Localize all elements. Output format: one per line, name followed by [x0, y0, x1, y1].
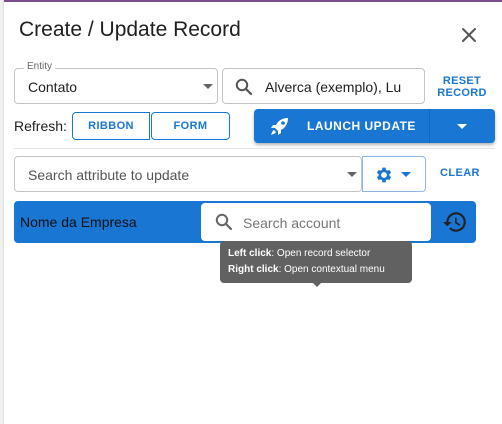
reset-record-label-line1: RESET	[442, 75, 482, 87]
refresh-ribbon-button[interactable]: RIBBON	[72, 112, 150, 140]
close-button[interactable]	[458, 24, 480, 46]
search-icon	[215, 213, 233, 231]
chevron-down-icon	[347, 172, 357, 177]
tooltip-arrow	[313, 283, 321, 287]
window-left-border	[0, 0, 4, 424]
tooltip-line-left: Left click: Open record selector	[228, 246, 404, 262]
gear-icon	[376, 167, 392, 183]
attribute-search-placeholder: Search attribute to update	[28, 167, 190, 183]
tooltip: Left click: Open record selector Right c…	[220, 241, 412, 283]
refresh-label: Refresh:	[14, 118, 67, 134]
entity-select[interactable]: Contato	[14, 68, 218, 104]
record-search-value: Alverca (exemplo), Lu	[265, 79, 402, 95]
search-icon	[235, 78, 253, 96]
history-icon[interactable]	[442, 209, 468, 235]
account-search-input[interactable]: Search account	[201, 203, 431, 241]
launch-update-label: LAUNCH UPDATE	[307, 119, 416, 133]
chevron-down-icon	[203, 84, 213, 89]
dialog-title: Create / Update Record	[19, 18, 241, 41]
clear-button[interactable]: CLEAR	[440, 167, 480, 179]
divider	[14, 148, 495, 149]
refresh-form-button[interactable]: FORM	[151, 112, 230, 140]
record-search-input[interactable]: Alverca (exemplo), Lu	[222, 68, 425, 104]
launch-options-button[interactable]	[430, 109, 495, 143]
window-top-border	[0, 0, 502, 2]
launch-update-button-group: LAUNCH UPDATE	[254, 109, 495, 143]
tooltip-line-right: Right click: Open contextual menu	[228, 262, 404, 278]
reset-record-button[interactable]: RESET RECORD	[434, 75, 490, 99]
close-icon	[462, 28, 476, 42]
entity-label: Entity	[24, 61, 56, 72]
chevron-down-icon	[401, 172, 411, 177]
rocket-icon	[271, 118, 288, 135]
tooltip-left-bold: Left click	[228, 248, 272, 259]
launch-update-button[interactable]: LAUNCH UPDATE	[254, 109, 429, 143]
attribute-name: Nome da Empresa	[20, 214, 137, 230]
tooltip-right-bold: Right click	[228, 264, 279, 275]
entity-select-value: Contato	[28, 79, 78, 95]
chevron-down-icon	[457, 124, 467, 129]
reset-record-label-line2: RECORD	[437, 87, 487, 99]
tooltip-left-text: : Open record selector	[271, 248, 371, 259]
attribute-search-input[interactable]: Search attribute to update	[14, 156, 362, 192]
attribute-settings-button[interactable]	[362, 156, 426, 192]
attribute-row: Nome da Empresa Search account	[14, 201, 476, 243]
account-search-placeholder: Search account	[243, 215, 341, 231]
tooltip-right-text: : Open contextual menu	[278, 264, 385, 275]
